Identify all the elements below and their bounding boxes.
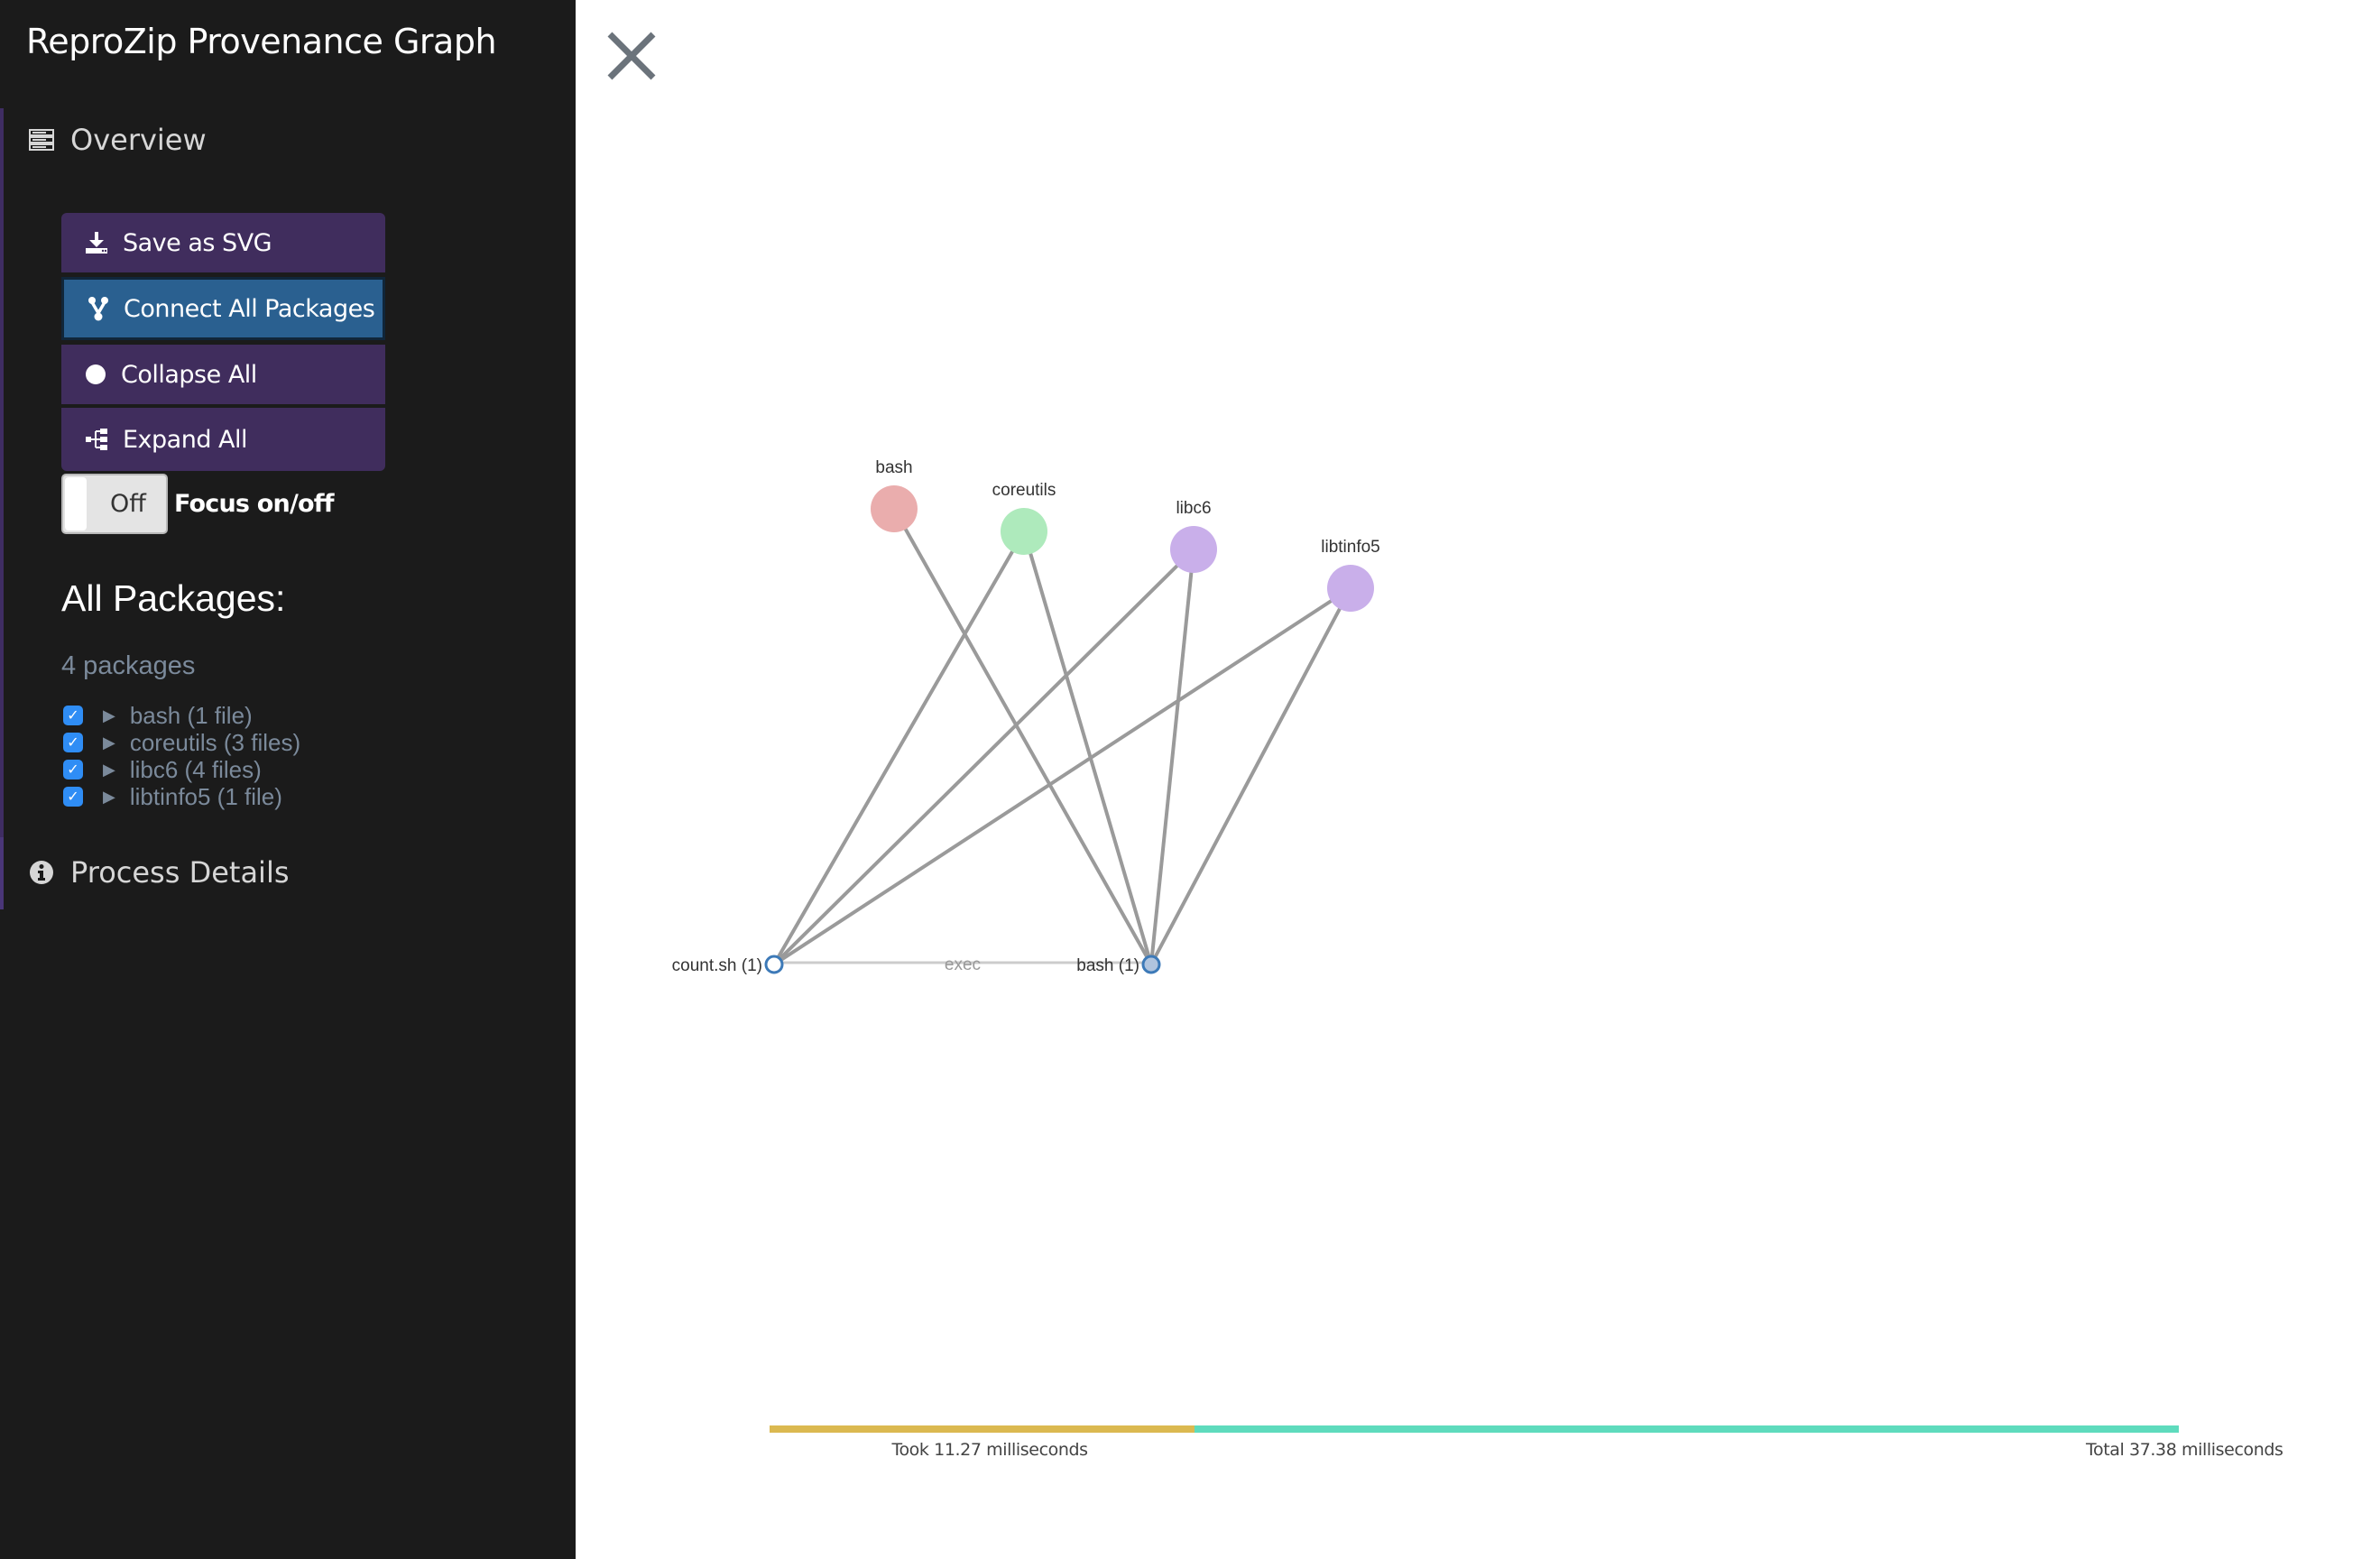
code-fork-icon [88,297,108,321]
nav-overview-label: Overview [70,123,207,157]
package-node-libtinfo5[interactable] [1327,565,1374,612]
package-label[interactable]: coreutils (3 files) [130,729,300,757]
process-node-count[interactable] [764,955,784,974]
expand-all-button[interactable]: Expand All [61,408,385,471]
app-title: ReproZip Provenance Graph [26,22,497,61]
process-details-accent-bar [0,837,4,909]
package-node-coreutils[interactable] [1001,508,1047,555]
nav-overview[interactable]: Overview [29,123,207,157]
check-icon: ✓ [67,708,79,724]
info-circle-icon [30,861,53,884]
overview-accent-bar [0,108,4,837]
took-time-bar [770,1425,1195,1433]
package-checkbox-coreutils[interactable]: ✓ [63,733,83,752]
package-count: 4 packages [61,651,196,680]
focus-toggle-label: Focus on/off [174,490,334,518]
caret-right-icon[interactable]: ▶ [103,761,115,780]
nav-process-details-label: Process Details [70,855,290,890]
package-node-bash[interactable] [871,485,918,532]
check-icon: ✓ [67,789,79,805]
sitemap-icon [86,429,107,450]
package-edge-count-coreutils [772,530,1026,965]
expand-all-label: Expand All [123,425,248,454]
caret-right-icon[interactable]: ▶ [103,706,115,725]
took-time-label: Took 11.27 milliseconds [891,1440,1088,1460]
caret-right-icon[interactable]: ▶ [103,788,115,807]
process-node-label: count.sh (1) [672,956,762,975]
focus-toggle-state: Off [110,490,146,518]
package-checkbox-libtinfo5[interactable]: ✓ [63,787,83,807]
package-edge-bash_proc-libtinfo5 [1149,587,1352,965]
package-edge-bash_proc-libc6 [1149,549,1195,965]
package-edge-count-libc6 [772,548,1195,966]
package-edge-count-libtinfo5 [772,586,1352,966]
nav-process-details[interactable]: Process Details [29,855,290,890]
package-edge-bash_proc-coreutils [1022,530,1153,965]
focus-toggle-knob[interactable] [65,477,87,530]
process-node-label: bash (1) [1076,956,1139,975]
check-icon: ✓ [67,762,79,778]
package-item-libtinfo5: ✓ ▶ libtinfo5 (1 file) [63,783,300,810]
package-node-label: coreutils [992,481,1056,500]
save-as-svg-button[interactable]: Save as SVG [61,213,385,272]
collapse-all-label: Collapse All [121,360,257,389]
package-label[interactable]: bash (1 file) [130,702,253,730]
focus-toggle[interactable]: Off [61,474,168,534]
sidebar: ReproZip Provenance Graph Overview Save … [0,0,576,1559]
package-checkbox-libc6[interactable]: ✓ [63,760,83,780]
package-node-libc6[interactable] [1170,526,1217,573]
save-as-svg-label: Save as SVG [123,228,272,257]
connect-all-packages-label: Connect All Packages [124,294,375,323]
package-item-bash: ✓ ▶ bash (1 file) [63,702,300,729]
total-time-label: Total 37.38 milliseconds [2086,1440,2283,1460]
package-label[interactable]: libtinfo5 (1 file) [130,783,282,811]
package-item-coreutils: ✓ ▶ coreutils (3 files) [63,729,300,756]
package-node-label: libc6 [1176,499,1211,518]
all-packages-heading: All Packages: [61,577,286,619]
package-node-label: bash [875,458,912,477]
connect-all-packages-button[interactable]: Connect All Packages [61,277,385,340]
package-node-label: libtinfo5 [1321,538,1380,557]
package-item-libc6: ✓ ▶ libc6 (4 files) [63,756,300,783]
check-icon: ✓ [67,735,79,751]
circle-icon [86,364,106,384]
package-edge-bash_proc-bash [892,508,1153,965]
collapse-all-button[interactable]: Collapse All [61,345,385,404]
provenance-graph: exec bash coreutils libc6 libtinfo5 count.sh… [672,458,2179,1433]
caret-right-icon[interactable]: ▶ [103,733,115,752]
package-list: ✓ ▶ bash (1 file) ✓ ▶ coreutils (3 files… [63,702,300,810]
server-icon [29,129,54,151]
package-label[interactable]: libc6 (4 files) [130,756,262,784]
package-checkbox-bash[interactable]: ✓ [63,706,83,725]
download-icon [86,232,107,254]
exec-edge-label: exec [945,955,981,974]
process-node-bash_proc[interactable] [1141,955,1161,974]
